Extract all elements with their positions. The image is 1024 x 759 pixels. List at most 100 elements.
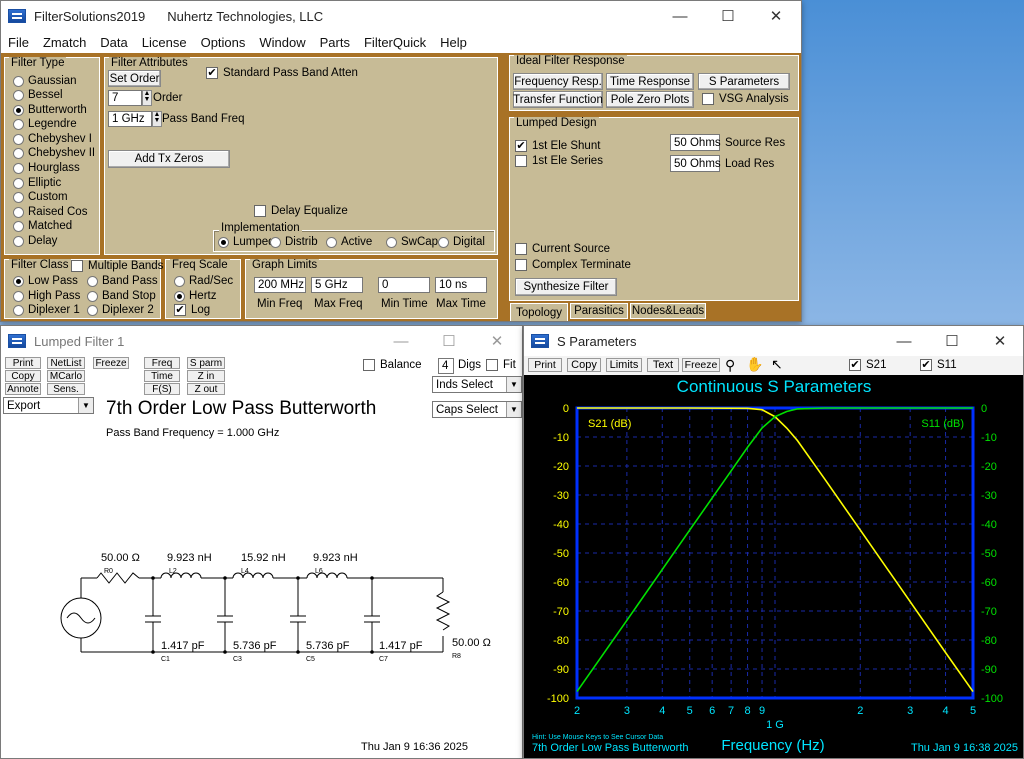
- radio-dot[interactable]: [326, 236, 337, 248]
- time-response-button[interactable]: Time Response: [606, 73, 694, 90]
- pole-zero-plots-button[interactable]: Pole Zero Plots: [606, 91, 694, 108]
- radio-custom[interactable]: Custom: [13, 191, 68, 203]
- radio-lumped[interactable]: Lumped: [218, 236, 271, 248]
- pass-band-freq-spinner[interactable]: ▲ ▼: [152, 111, 162, 127]
- radio-dot[interactable]: [13, 75, 24, 87]
- maximize-button[interactable]: ☐: [929, 326, 975, 356]
- balance-checkbox[interactable]: Balance: [363, 359, 422, 371]
- radio-dot[interactable]: [13, 147, 24, 159]
- chevron-down-icon[interactable]: ▼: [506, 402, 521, 417]
- max-time-input[interactable]: 10 ns: [435, 277, 487, 293]
- radio-dot[interactable]: [87, 290, 98, 302]
- radio-dot-selected[interactable]: [13, 275, 24, 287]
- copy-button[interactable]: Copy: [567, 358, 601, 372]
- inds-select-dropdown[interactable]: Inds Select ▼: [432, 376, 522, 393]
- radio-gaussian[interactable]: Gaussian: [13, 75, 77, 87]
- checkbox-box[interactable]: ✔: [206, 67, 218, 79]
- radio-dot[interactable]: [270, 236, 281, 248]
- synthesize-filter-button[interactable]: Synthesize Filter: [515, 278, 617, 296]
- menu-filterquick[interactable]: FilterQuick: [357, 35, 433, 50]
- checkbox-box[interactable]: ✔: [174, 304, 186, 316]
- checkbox-box[interactable]: [515, 243, 527, 255]
- freeze-button[interactable]: Freeze: [682, 358, 720, 372]
- radio-elliptic[interactable]: Elliptic: [13, 177, 61, 189]
- radio-dot[interactable]: [13, 133, 24, 145]
- radio-dot[interactable]: [87, 275, 98, 287]
- chevron-down-icon[interactable]: ▼: [506, 377, 521, 392]
- sens-button[interactable]: Sens.: [47, 383, 85, 395]
- checkbox-box[interactable]: ✔: [849, 359, 861, 371]
- time-button[interactable]: Time: [144, 370, 180, 382]
- s-parameters-button[interactable]: S Parameters: [698, 73, 790, 90]
- s-parm-button[interactable]: S parm: [187, 357, 225, 369]
- checkbox-box[interactable]: [702, 93, 714, 105]
- complex-terminate-checkbox[interactable]: Complex Terminate: [515, 259, 631, 271]
- radio-dot[interactable]: [386, 236, 397, 248]
- frequency-resp-button[interactable]: Frequency Resp.: [513, 73, 603, 90]
- checkbox-box[interactable]: [71, 260, 83, 272]
- radio-active[interactable]: Active: [326, 236, 372, 248]
- checkbox-box[interactable]: ✔: [920, 359, 932, 371]
- menu-window[interactable]: Window: [252, 35, 312, 50]
- menu-file[interactable]: File: [1, 35, 36, 50]
- limits-button[interactable]: Limits: [606, 358, 642, 372]
- freq-button[interactable]: Freq: [144, 357, 180, 369]
- radio-butterworth[interactable]: Butterworth: [13, 104, 87, 116]
- checkbox-box[interactable]: [515, 259, 527, 271]
- minimize-button[interactable]: —: [657, 1, 703, 31]
- fit-checkbox[interactable]: Fit: [486, 359, 516, 371]
- lumped-titlebar[interactable]: Lumped Filter 1 — ☐ ✕: [1, 326, 522, 356]
- close-button[interactable]: ✕: [474, 326, 520, 356]
- minimize-button[interactable]: —: [378, 326, 424, 356]
- current-source-checkbox[interactable]: Current Source: [515, 243, 610, 255]
- radio-dot[interactable]: [13, 235, 24, 247]
- checkbox-box[interactable]: [363, 359, 375, 371]
- close-button[interactable]: ✕: [977, 326, 1023, 356]
- radio-hertz[interactable]: Hertz: [174, 290, 216, 302]
- radio-dot[interactable]: [13, 191, 24, 203]
- tab-parasitics[interactable]: Parasitics: [570, 303, 628, 319]
- radio-high-pass[interactable]: High Pass: [13, 290, 80, 302]
- max-freq-input[interactable]: 5 GHz: [311, 277, 363, 293]
- radio-low-pass[interactable]: Low Pass: [13, 275, 78, 287]
- maximize-button[interactable]: ☐: [705, 1, 751, 31]
- menu-license[interactable]: License: [135, 35, 194, 50]
- chevron-down-icon[interactable]: ▼: [78, 398, 93, 413]
- vsg-analysis-checkbox[interactable]: VSG Analysis: [702, 93, 789, 105]
- radio-hourglass[interactable]: Hourglass: [13, 162, 80, 174]
- sparam-titlebar[interactable]: S Parameters — ☐ ✕: [524, 326, 1023, 356]
- radio-dot[interactable]: [87, 304, 98, 316]
- pan-hand-icon[interactable]: ✋: [746, 356, 763, 373]
- checkbox-box[interactable]: [486, 359, 498, 371]
- radio-dot[interactable]: [13, 177, 24, 189]
- export-dropdown[interactable]: Export ▼: [3, 397, 94, 414]
- radio-chebyshev-1[interactable]: Chebyshev I: [13, 133, 92, 145]
- freeze-button[interactable]: Freeze: [93, 357, 129, 369]
- first-ele-series-checkbox[interactable]: 1st Ele Series: [515, 155, 603, 167]
- pointer-icon[interactable]: ↖: [771, 356, 783, 373]
- radio-dot[interactable]: [438, 236, 449, 248]
- radio-delay[interactable]: Delay: [13, 235, 57, 247]
- radio-bessel[interactable]: Bessel: [13, 89, 63, 101]
- copy-button[interactable]: Copy: [5, 370, 41, 382]
- text-button[interactable]: Text: [647, 358, 679, 372]
- main-titlebar[interactable]: FilterSolutions2019 Nuhertz Technologies…: [1, 1, 801, 31]
- radio-dot[interactable]: [13, 89, 24, 101]
- multiple-bands-checkbox[interactable]: Multiple Bands: [71, 260, 163, 272]
- radio-legendre[interactable]: Legendre: [13, 118, 77, 130]
- radio-chebyshev-2[interactable]: Chebyshev II: [13, 147, 95, 159]
- radio-dot-selected[interactable]: [174, 290, 185, 302]
- radio-swcap[interactable]: SwCap: [386, 236, 438, 248]
- source-res-input[interactable]: 50 Ohms: [670, 134, 721, 151]
- menu-help[interactable]: Help: [433, 35, 474, 50]
- radio-dot[interactable]: [13, 206, 24, 218]
- z-out-button[interactable]: Z out: [187, 383, 225, 395]
- radio-digital[interactable]: Digital: [438, 236, 485, 248]
- menu-parts[interactable]: Parts: [313, 35, 357, 50]
- tab-topology[interactable]: Topology: [510, 303, 568, 321]
- radio-distrib[interactable]: Distrib: [270, 236, 318, 248]
- min-time-input[interactable]: 0: [378, 277, 430, 293]
- s21-checkbox[interactable]: ✔ S21: [849, 359, 886, 371]
- load-res-input[interactable]: 50 Ohms: [670, 155, 721, 172]
- sparam-chart[interactable]: Continuous S Parameters 0 -10 -20 -30 -40 -50…: [524, 375, 1023, 758]
